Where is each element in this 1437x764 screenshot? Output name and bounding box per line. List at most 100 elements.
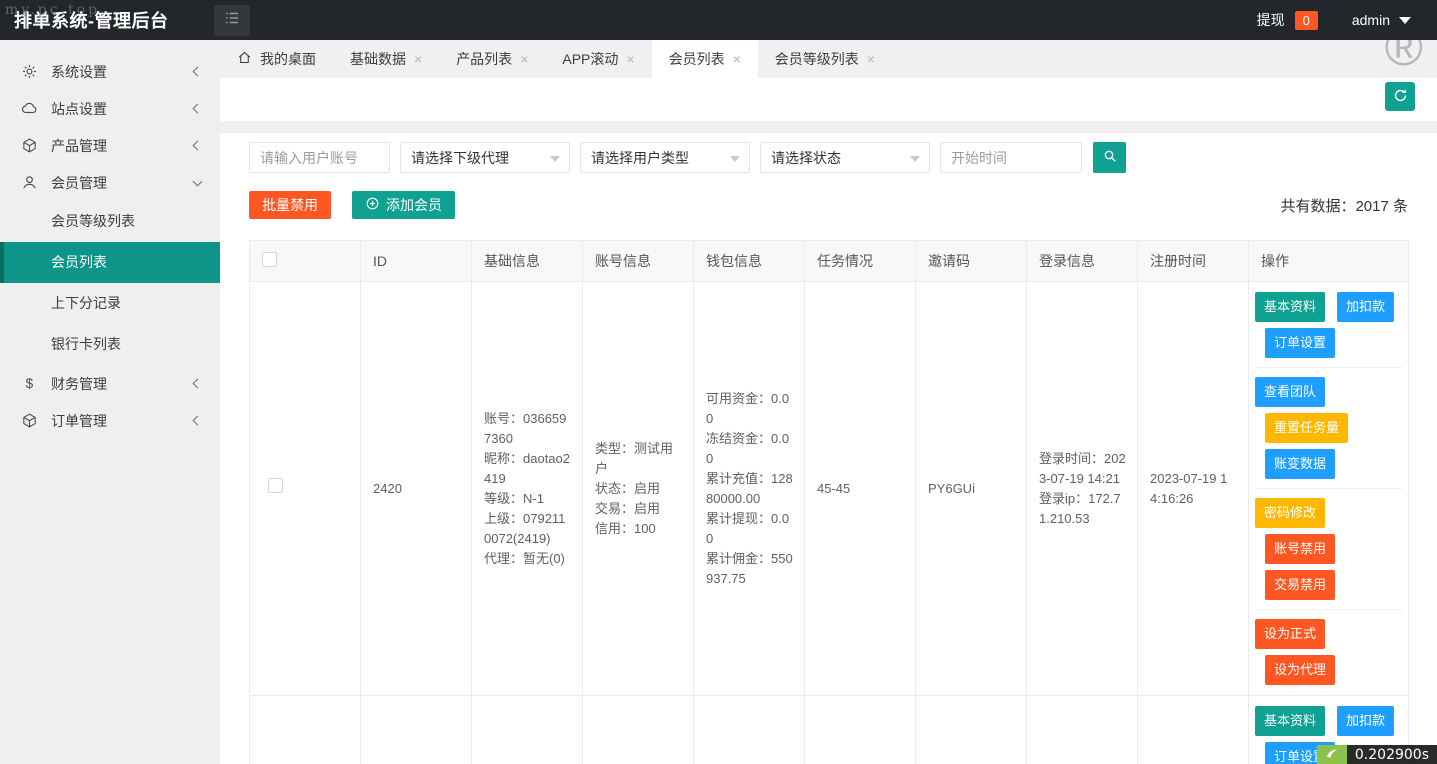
action-button-line: 查看团队 bbox=[1255, 377, 1402, 407]
action-account-change-data-button[interactable]: 账变数据 bbox=[1265, 449, 1336, 479]
member-table: ID 基础信息 账号信息 钱包信息 任务情况 邀请码 登录信息 注册时间 操作 2420 账号：03… bbox=[249, 240, 1409, 764]
sidebar-submenu: 会员等级列表 会员列表 上下分记录 银行卡列表 bbox=[0, 201, 220, 365]
tab-member-list[interactable]: 会员列表 × bbox=[651, 40, 758, 78]
user-type-select[interactable]: 请选择用户类型 bbox=[580, 142, 750, 173]
close-icon[interactable]: × bbox=[414, 52, 422, 66]
row-checkbox[interactable] bbox=[268, 478, 283, 493]
withdraw-link[interactable]: 提现 bbox=[1257, 10, 1285, 30]
account-search-input[interactable] bbox=[249, 142, 390, 173]
refresh-icon bbox=[1392, 87, 1409, 107]
tab-basic-data[interactable]: 基础数据 × bbox=[333, 40, 439, 78]
column-header: 任务情况 bbox=[804, 240, 916, 282]
exec-time-text: 0.202900s bbox=[1346, 745, 1437, 764]
cell-text-line: 账号：0366597360 bbox=[484, 410, 567, 446]
tab-product-list[interactable]: 产品列表 × bbox=[439, 40, 545, 78]
cell-task-status: 45-45 bbox=[804, 281, 916, 696]
chevron-left-icon bbox=[192, 140, 203, 151]
chevron-left-icon bbox=[192, 378, 203, 389]
action-button-line: 基本资料 加扣款 bbox=[1255, 292, 1402, 322]
tab-member-level-list[interactable]: 会员等级列表 × bbox=[758, 40, 892, 78]
action-disable-trading-button[interactable]: 交易禁用 bbox=[1265, 570, 1336, 600]
action-view-team-button[interactable]: 查看团队 bbox=[1255, 377, 1326, 407]
list-icon bbox=[223, 9, 241, 32]
debug-time-badge[interactable]: 0.202900s bbox=[1316, 745, 1437, 764]
refresh-button[interactable] bbox=[1385, 82, 1415, 111]
filter-row: 请选择下级代理 请选择用户类型 请选择状态 bbox=[249, 142, 1408, 173]
sidebar-toggle-button[interactable] bbox=[214, 4, 250, 36]
action-add-deduct-funds-button[interactable]: 加扣款 bbox=[1337, 292, 1395, 322]
withdraw-count-badge[interactable]: 0 bbox=[1294, 10, 1318, 30]
action-disable-account-button[interactable]: 账号禁用 bbox=[1265, 534, 1336, 564]
add-member-label: 添加会员 bbox=[386, 197, 442, 213]
column-header: 基础信息 bbox=[471, 240, 583, 282]
tab-app-scroll[interactable]: APP滚动 × bbox=[545, 40, 651, 78]
sidebar-item-system-settings[interactable]: 系统设置 bbox=[0, 53, 220, 90]
action-button-group: 密码修改账号禁用交易禁用 bbox=[1255, 488, 1402, 600]
select-all-checkbox[interactable] bbox=[262, 252, 277, 267]
sidebar-subitem-updown-records[interactable]: 上下分记录 bbox=[0, 283, 220, 324]
page-watermark-text: my.pc.top bbox=[5, 2, 101, 18]
sidebar-subitem-bank-card-list[interactable]: 银行卡列表 bbox=[0, 324, 220, 365]
action-change-password-button[interactable]: 密码修改 bbox=[1255, 498, 1326, 528]
user-menu[interactable]: admin bbox=[1352, 12, 1390, 28]
action-button-line: 设为代理 bbox=[1255, 655, 1402, 685]
caret-down-icon[interactable] bbox=[1399, 16, 1411, 24]
cell-id bbox=[360, 695, 472, 764]
column-header: 注册时间 bbox=[1137, 240, 1249, 282]
batch-disable-button[interactable]: 批量禁用 bbox=[249, 191, 331, 219]
sidebar-item-label: 产品管理 bbox=[51, 137, 107, 154]
tab-label: 我的桌面 bbox=[260, 51, 316, 67]
tab-label: APP滚动 bbox=[562, 51, 619, 67]
cell-text-line: 等级：N-1 bbox=[484, 490, 544, 506]
tab-label: 基础数据 bbox=[350, 51, 406, 67]
sidebar-subitem-member-level-list[interactable]: 会员等级列表 bbox=[0, 201, 220, 242]
search-button[interactable] bbox=[1093, 142, 1126, 173]
sidebar-item-site-settings[interactable]: 站点设置 bbox=[0, 90, 220, 127]
close-icon[interactable]: × bbox=[626, 52, 634, 66]
table-row: 可用资金：10基本资料加扣款订单设置查看团队 bbox=[249, 695, 1409, 764]
sidebar-item-finance-management[interactable]: $ 财务管理 bbox=[0, 365, 220, 402]
action-set-as-agent-button[interactable]: 设为代理 bbox=[1265, 655, 1336, 685]
cell-text-line: 上级：0792110072(2419) bbox=[484, 510, 566, 546]
user-icon bbox=[20, 173, 39, 192]
column-header: 登录信息 bbox=[1026, 240, 1138, 282]
cell-actions: 基本资料 加扣款 订单设置 查看团队 重置任务量 账变数据 密码修改 账号禁用 交易禁用 设为正式… bbox=[1248, 281, 1409, 696]
cell-account-info bbox=[582, 695, 694, 764]
cell-text-line: 登录ip：172.71.210.53 bbox=[1039, 490, 1121, 526]
status-select[interactable]: 请选择状态 bbox=[760, 142, 930, 173]
close-icon[interactable]: × bbox=[867, 52, 875, 66]
action-button-line: 重置任务量 bbox=[1255, 413, 1402, 443]
action-set-as-formal-button[interactable]: 设为正式 bbox=[1255, 619, 1326, 649]
cell-text-line: 类型：测试用户 bbox=[595, 440, 674, 476]
cell-text-line: 累计提现：0.00 bbox=[706, 510, 790, 546]
cell-text-line: 可用资金：0.00 bbox=[706, 390, 790, 426]
sidebar-item-member-management[interactable]: 会员管理 bbox=[0, 164, 220, 201]
start-time-input[interactable] bbox=[940, 142, 1082, 173]
cell-account-info: 类型：测试用户 状态：启用 交易：启用 信用：100 bbox=[582, 281, 694, 696]
tab-my-desktop[interactable]: 我的桌面 bbox=[220, 40, 333, 78]
svg-text:$: $ bbox=[26, 376, 34, 391]
cell-text-line: 累计充值：12880000.00 bbox=[706, 470, 793, 506]
tab-bar: 我的桌面 基础数据 × 产品列表 × APP滚动 × 会员列表 × 会员等级列表 × bbox=[220, 40, 1437, 78]
header-select-all bbox=[249, 240, 361, 282]
user-type-select-value: 请选择用户类型 bbox=[591, 149, 689, 166]
action-add-deduct-funds-button[interactable]: 加扣款 bbox=[1337, 706, 1395, 736]
close-icon[interactable]: × bbox=[733, 52, 741, 66]
sidebar-nav: 系统设置 站点设置产品管理会员管理 会员等级列表 会员列表 上下分记录 银行卡列表 $ 财务管… bbox=[0, 53, 220, 439]
tab-label: 产品列表 bbox=[456, 51, 513, 67]
add-member-button[interactable]: 添加会员 bbox=[352, 191, 455, 219]
search-icon bbox=[1102, 148, 1118, 167]
action-basic-info-button[interactable]: 基本资料 bbox=[1255, 706, 1326, 736]
sidebar-item-order-management[interactable]: 订单管理 bbox=[0, 402, 220, 439]
table-actions-row: 批量禁用 添加会员 共有数据：2017 条 bbox=[249, 191, 1408, 219]
action-button-line: 密码修改 bbox=[1255, 498, 1402, 528]
action-reset-task-count-button[interactable]: 重置任务量 bbox=[1265, 413, 1349, 443]
agent-select[interactable]: 请选择下级代理 bbox=[400, 142, 570, 173]
action-basic-info-button[interactable]: 基本资料 bbox=[1255, 292, 1326, 322]
cell-register-time: 2023-07-19 14:16:26 bbox=[1137, 281, 1249, 696]
action-order-settings-button[interactable]: 订单设置 bbox=[1265, 328, 1336, 358]
sidebar-item-product-management[interactable]: 产品管理 bbox=[0, 127, 220, 164]
column-header: 操作 bbox=[1248, 240, 1409, 282]
close-icon[interactable]: × bbox=[520, 52, 528, 66]
sidebar-subitem-member-list[interactable]: 会员列表 bbox=[0, 242, 220, 283]
